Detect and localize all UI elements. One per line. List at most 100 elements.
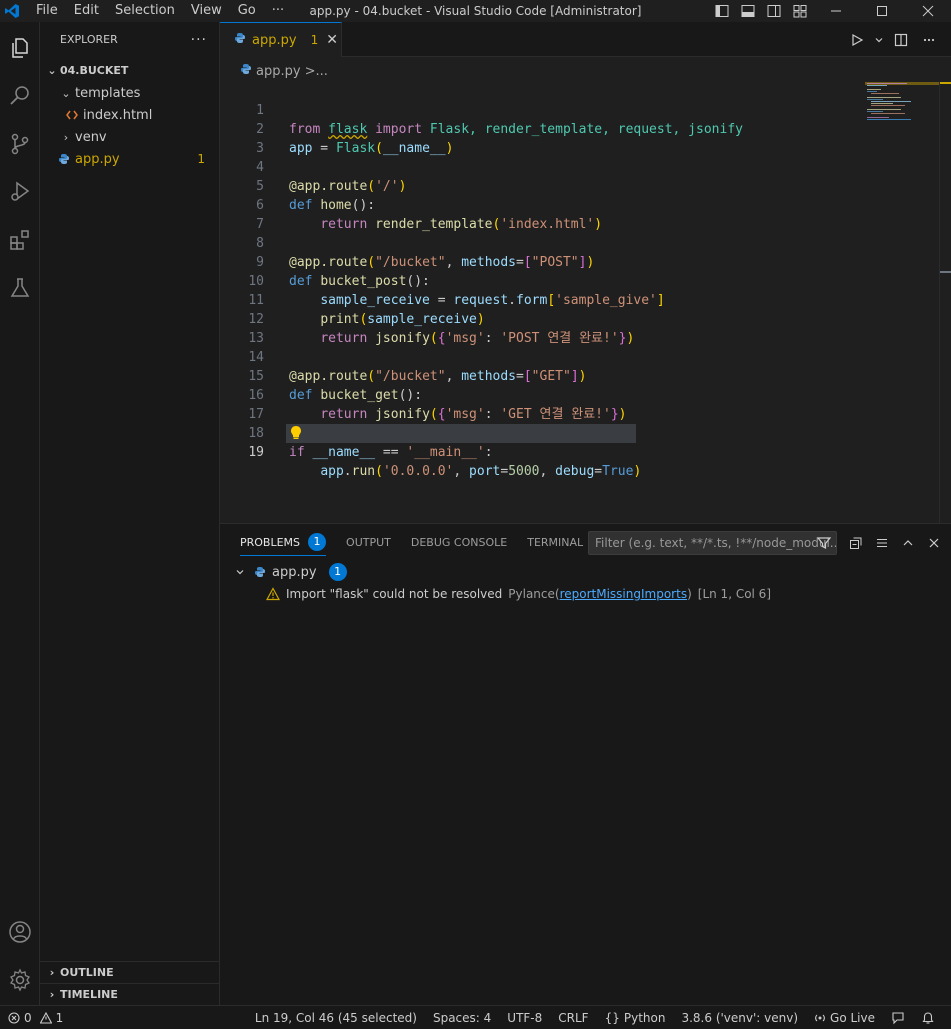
testing-icon[interactable] bbox=[0, 268, 40, 308]
python-interpreter[interactable]: 3.8.6 ('venv': venv) bbox=[673, 1011, 806, 1025]
broadcast-icon bbox=[814, 1012, 826, 1024]
tab-terminal[interactable]: TERMINAL bbox=[517, 524, 593, 560]
source-control-icon[interactable] bbox=[0, 124, 40, 164]
toggle-secondary-sidebar-icon[interactable] bbox=[761, 0, 787, 22]
go-live-label: Go Live bbox=[830, 1011, 875, 1025]
menu-edit[interactable]: Edit bbox=[66, 0, 107, 22]
notifications-bell-icon[interactable] bbox=[913, 1011, 943, 1025]
problem-code-close-paren: ) bbox=[687, 587, 692, 601]
language-mode[interactable]: {} Python bbox=[597, 1011, 674, 1025]
activity-bar bbox=[0, 22, 40, 1005]
close-icon[interactable]: ✕ bbox=[326, 32, 338, 48]
breadcrumb-symbols[interactable]: >... bbox=[305, 64, 328, 79]
status-right: Ln 19, Col 46 (45 selected) Spaces: 4 UT… bbox=[247, 1006, 943, 1029]
run-python-icon[interactable] bbox=[845, 28, 869, 52]
code-line: 16 return jsonify({'msg': 'GET 연결 완료!'}) bbox=[220, 367, 860, 422]
code-line: 3 bbox=[220, 120, 860, 156]
chevron-down-icon[interactable] bbox=[873, 28, 885, 52]
code-line: 14 @app.route("/bucket", methods=["GET"]… bbox=[220, 329, 860, 384]
more-actions-icon[interactable] bbox=[917, 28, 941, 52]
status-problems[interactable]: 0 1 bbox=[8, 1006, 63, 1029]
tab-debug-console[interactable]: DEBUG CONSOLE bbox=[401, 524, 517, 560]
search-icon[interactable] bbox=[0, 76, 40, 116]
split-editor-icon[interactable] bbox=[889, 28, 913, 52]
menu-file[interactable]: File bbox=[28, 0, 66, 22]
problems-count-badge: 1 bbox=[308, 533, 327, 551]
toggle-primary-sidebar-icon[interactable] bbox=[709, 0, 735, 22]
tab-problems[interactable]: PROBLEMS 1 bbox=[230, 524, 336, 560]
tree-item-venv[interactable]: › venv bbox=[40, 126, 219, 148]
tree-item-index-html[interactable]: index.html bbox=[40, 104, 219, 126]
status-bar: 0 1 Ln 19, Col 46 (45 selected) Spaces: … bbox=[0, 1005, 951, 1029]
menu-selection[interactable]: Selection bbox=[107, 0, 183, 22]
tab-output[interactable]: OUTPUT bbox=[336, 524, 401, 560]
tab-problems-label: PROBLEMS bbox=[240, 535, 301, 549]
problem-position: [Ln 1, Col 6] bbox=[697, 587, 772, 601]
problems-filter-input[interactable]: Filter (e.g. text, **/*.ts, !**/node_mod… bbox=[588, 531, 837, 555]
language-label: Python bbox=[623, 1011, 666, 1025]
tab-debug-console-label: DEBUG CONSOLE bbox=[410, 535, 508, 549]
html-file-icon bbox=[64, 110, 80, 120]
menu-go[interactable]: Go bbox=[230, 0, 264, 22]
toggle-panel-icon[interactable] bbox=[735, 0, 761, 22]
chevron-right-icon: › bbox=[49, 966, 55, 979]
code-line: 11 print(sample_receive) bbox=[220, 272, 860, 327]
close-panel-icon[interactable] bbox=[923, 532, 945, 554]
extensions-icon[interactable] bbox=[0, 220, 40, 260]
problem-source: Pylance(reportMissingImports) bbox=[508, 587, 691, 601]
filter-icon[interactable] bbox=[816, 535, 832, 554]
tree-item-templates[interactable]: ⌄ templates bbox=[40, 82, 219, 104]
tab-app-py[interactable]: app.py 1 ✕ bbox=[220, 22, 342, 57]
editor-tabs-bar: app.py 1 ✕ bbox=[220, 22, 951, 57]
close-window-icon[interactable] bbox=[905, 0, 951, 22]
minimize-icon[interactable] bbox=[813, 0, 859, 22]
code-editor[interactable]: 1 from flask import Flask, render_templa… bbox=[220, 82, 951, 523]
cursor-scroll-marker bbox=[940, 271, 951, 273]
go-live-button[interactable]: Go Live bbox=[806, 1011, 883, 1025]
timeline-section[interactable]: › TIMELINE bbox=[40, 983, 219, 1005]
warning-count: 1 bbox=[55, 1011, 64, 1025]
view-as-list-icon[interactable] bbox=[871, 532, 893, 554]
menu-view[interactable]: View bbox=[183, 0, 230, 22]
bottom-panel: PROBLEMS 1 OUTPUT DEBUG CONSOLE TERMINAL… bbox=[220, 523, 951, 1005]
outline-section[interactable]: › OUTLINE bbox=[40, 961, 219, 983]
code-line: 15 def bucket_get(): bbox=[220, 348, 860, 403]
lightbulb-icon[interactable] bbox=[289, 425, 305, 441]
settings-gear-icon[interactable] bbox=[0, 960, 40, 1000]
tree-item-label: templates bbox=[75, 85, 141, 101]
problem-file-name: app.py bbox=[272, 564, 317, 580]
collapse-all-icon[interactable] bbox=[845, 532, 867, 554]
feedback-icon[interactable] bbox=[883, 1011, 913, 1025]
problem-file-row[interactable]: app.py 1 bbox=[232, 561, 347, 583]
explorer-sidebar: EXPLORER ··· ⌄ 04.BUCKET ⌄ templates ind… bbox=[40, 22, 220, 1005]
breadcrumb-file[interactable]: app.py bbox=[256, 64, 301, 79]
accounts-icon[interactable] bbox=[0, 912, 40, 952]
problem-code-link[interactable]: reportMissingImports bbox=[560, 587, 687, 601]
editor-scrollbar[interactable] bbox=[939, 82, 951, 523]
maximize-icon[interactable] bbox=[859, 0, 905, 22]
timeline-label: TIMELINE bbox=[60, 988, 118, 1001]
line-content: app.run('0.0.0.0', port=5000, debug=True… bbox=[320, 464, 642, 479]
customize-layout-icon[interactable] bbox=[787, 0, 813, 22]
problem-item[interactable]: Import "flask" could not be resolved Pyl… bbox=[266, 583, 771, 605]
tree-item-label: venv bbox=[75, 129, 107, 145]
cursor-position[interactable]: Ln 19, Col 46 (45 selected) bbox=[247, 1011, 425, 1025]
indentation[interactable]: Spaces: 4 bbox=[425, 1011, 499, 1025]
menu-more[interactable]: ··· bbox=[264, 0, 292, 22]
problem-source-label: Pylance bbox=[508, 587, 555, 601]
maximize-panel-icon[interactable] bbox=[897, 532, 919, 554]
code-line: 6 return render_template('index.html') bbox=[220, 177, 860, 232]
end-of-line[interactable]: CRLF bbox=[550, 1011, 596, 1025]
explorer-header: EXPLORER ··· bbox=[40, 22, 219, 57]
problem-message: Import "flask" could not be resolved bbox=[286, 587, 503, 601]
tab-problem-count: 1 bbox=[310, 33, 319, 47]
explorer-more-actions[interactable]: ··· bbox=[191, 32, 207, 48]
explorer-icon[interactable] bbox=[0, 28, 40, 68]
tree-item-app-py[interactable]: app.py 1 bbox=[40, 148, 219, 170]
run-debug-icon[interactable] bbox=[0, 172, 40, 212]
encoding[interactable]: UTF-8 bbox=[499, 1011, 550, 1025]
braces-icon: {} bbox=[604, 1011, 620, 1025]
minimap[interactable] bbox=[865, 82, 939, 127]
workspace-root-folder[interactable]: ⌄ 04.BUCKET bbox=[40, 59, 219, 81]
window-controls bbox=[709, 0, 951, 22]
